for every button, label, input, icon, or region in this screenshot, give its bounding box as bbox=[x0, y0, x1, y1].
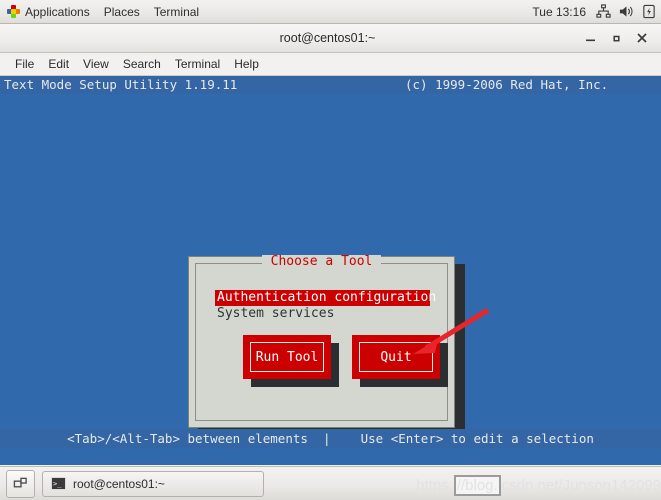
show-desktop-button[interactable] bbox=[6, 469, 35, 498]
gnome-top-panel: Applications Places Terminal Tue 13:16 bbox=[0, 0, 661, 24]
run-tool-button-face: Run Tool bbox=[250, 342, 324, 372]
window-title: root@centos01:~ bbox=[279, 31, 376, 45]
maximize-button[interactable] bbox=[603, 25, 629, 51]
tui-header-title: Text Mode Setup Utility 1.19.11 bbox=[4, 77, 238, 92]
taskbar-window-label: root@centos01:~ bbox=[73, 476, 165, 491]
menu-file[interactable]: File bbox=[8, 55, 41, 73]
quit-button-face: Quit bbox=[359, 342, 433, 372]
terminal-window: root@centos01:~ File Edit View Search Te… bbox=[0, 24, 661, 466]
tool-list[interactable]: Authentication configuration System serv… bbox=[215, 290, 436, 322]
battery-icon[interactable] bbox=[638, 1, 660, 23]
tui-header-copyright: (c) 1999-2006 Red Hat, Inc. bbox=[405, 77, 609, 92]
menu-terminal[interactable]: Terminal bbox=[168, 55, 227, 73]
watermark-cursor: //blog. bbox=[453, 475, 501, 496]
places-menu[interactable]: Places bbox=[97, 2, 147, 22]
panel-clock[interactable]: Tue 13:16 bbox=[526, 5, 592, 19]
watermark-part1: https: bbox=[416, 477, 453, 494]
tui-header-bar: Text Mode Setup Utility 1.19.11 (c) 1999… bbox=[0, 76, 661, 94]
tool-list-item-authentication-configuration[interactable]: Authentication configuration bbox=[215, 290, 436, 306]
places-menu-label: Places bbox=[103, 4, 140, 19]
menu-bar: File Edit View Search Terminal Help bbox=[0, 53, 661, 76]
run-tool-button[interactable]: Run Tool bbox=[243, 335, 331, 379]
tool-list-item-system-services[interactable]: System services bbox=[215, 306, 430, 322]
window-titlebar[interactable]: root@centos01:~ bbox=[0, 24, 661, 53]
taskbar-window-button[interactable]: >_ root@centos01:~ bbox=[42, 470, 264, 497]
applications-menu[interactable]: Applications bbox=[0, 2, 97, 22]
watermark: https://blog. csdn.net/Junson142099 bbox=[416, 475, 661, 496]
gnome-taskbar: >_ root@centos01:~ https://blog. csdn.net… bbox=[0, 466, 661, 500]
run-tool-button-label: Run Tool bbox=[255, 349, 319, 365]
window-controls bbox=[577, 25, 661, 51]
applications-menu-label: Applications bbox=[25, 4, 90, 19]
terminal-screen[interactable]: Text Mode Setup Utility 1.19.11 (c) 1999… bbox=[0, 76, 661, 465]
minimize-button[interactable] bbox=[577, 25, 603, 51]
menu-view[interactable]: View bbox=[76, 55, 116, 73]
quit-button-label: Quit bbox=[380, 349, 412, 365]
menu-edit[interactable]: Edit bbox=[41, 55, 76, 73]
menu-search[interactable]: Search bbox=[116, 55, 168, 73]
close-button[interactable] bbox=[629, 25, 655, 51]
quit-button[interactable]: Quit bbox=[352, 335, 440, 379]
terminal-menu[interactable]: Terminal bbox=[147, 2, 206, 22]
network-icon[interactable] bbox=[592, 1, 614, 23]
choose-a-tool-dialog: Choose a Tool Authentication configurati… bbox=[188, 255, 455, 428]
volume-icon[interactable] bbox=[615, 1, 637, 23]
watermark-part2: csdn.net/Junson142099 bbox=[501, 477, 661, 494]
run-tool-button-wrap: Run Tool bbox=[243, 335, 339, 387]
tui-footer-bar: <Tab>/<Alt-Tab> between elements | Use <… bbox=[0, 429, 661, 448]
terminal-icon: >_ bbox=[51, 477, 66, 490]
terminal-menu-label: Terminal bbox=[153, 4, 200, 19]
menu-help[interactable]: Help bbox=[227, 55, 266, 73]
quit-button-wrap: Quit bbox=[352, 335, 448, 387]
applications-icon bbox=[7, 5, 20, 18]
